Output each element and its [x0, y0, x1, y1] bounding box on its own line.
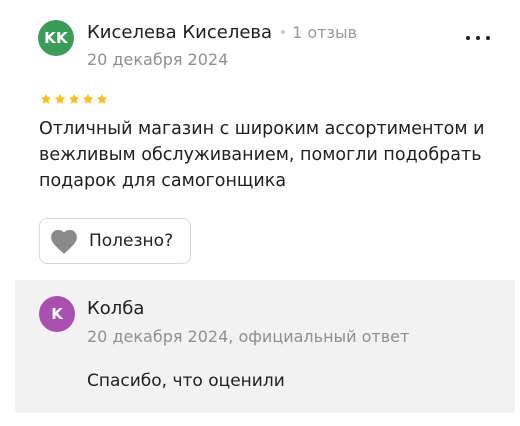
- star-icon: [68, 93, 80, 104]
- response-text: Спасибо, что оценили: [87, 371, 285, 391]
- author-line: Киселева Киселева 1 отзыв: [87, 22, 357, 43]
- helpful-label: Полезно?: [89, 231, 174, 251]
- heart-icon: [51, 229, 77, 254]
- helpful-button[interactable]: Полезно?: [39, 218, 191, 264]
- review-text: Отличный магазин с широким ассортиментом…: [39, 119, 485, 191]
- more-dots-icon[interactable]: [466, 30, 490, 46]
- response-date: 20 декабря 2024, официальный ответ: [87, 327, 410, 346]
- star-icon: [54, 93, 66, 104]
- author-review-count[interactable]: 1 отзыв: [292, 23, 357, 42]
- author-name[interactable]: Киселева Киселева: [87, 22, 272, 43]
- author-initials: KK: [44, 29, 68, 47]
- rating-stars: [40, 93, 108, 105]
- separator-dot: [281, 30, 286, 34]
- star-icon: [96, 93, 108, 104]
- author-avatar[interactable]: KK: [38, 20, 74, 56]
- shop-avatar[interactable]: K: [39, 296, 75, 332]
- review-date: 20 декабря 2024: [87, 50, 229, 69]
- shop-name[interactable]: Колба: [87, 298, 144, 319]
- star-icon: [40, 93, 52, 104]
- star-icon: [82, 93, 94, 104]
- shop-initials: K: [51, 305, 63, 323]
- review-card: KK Киселева Киселева 1 отзыв 20 декабря …: [0, 0, 520, 426]
